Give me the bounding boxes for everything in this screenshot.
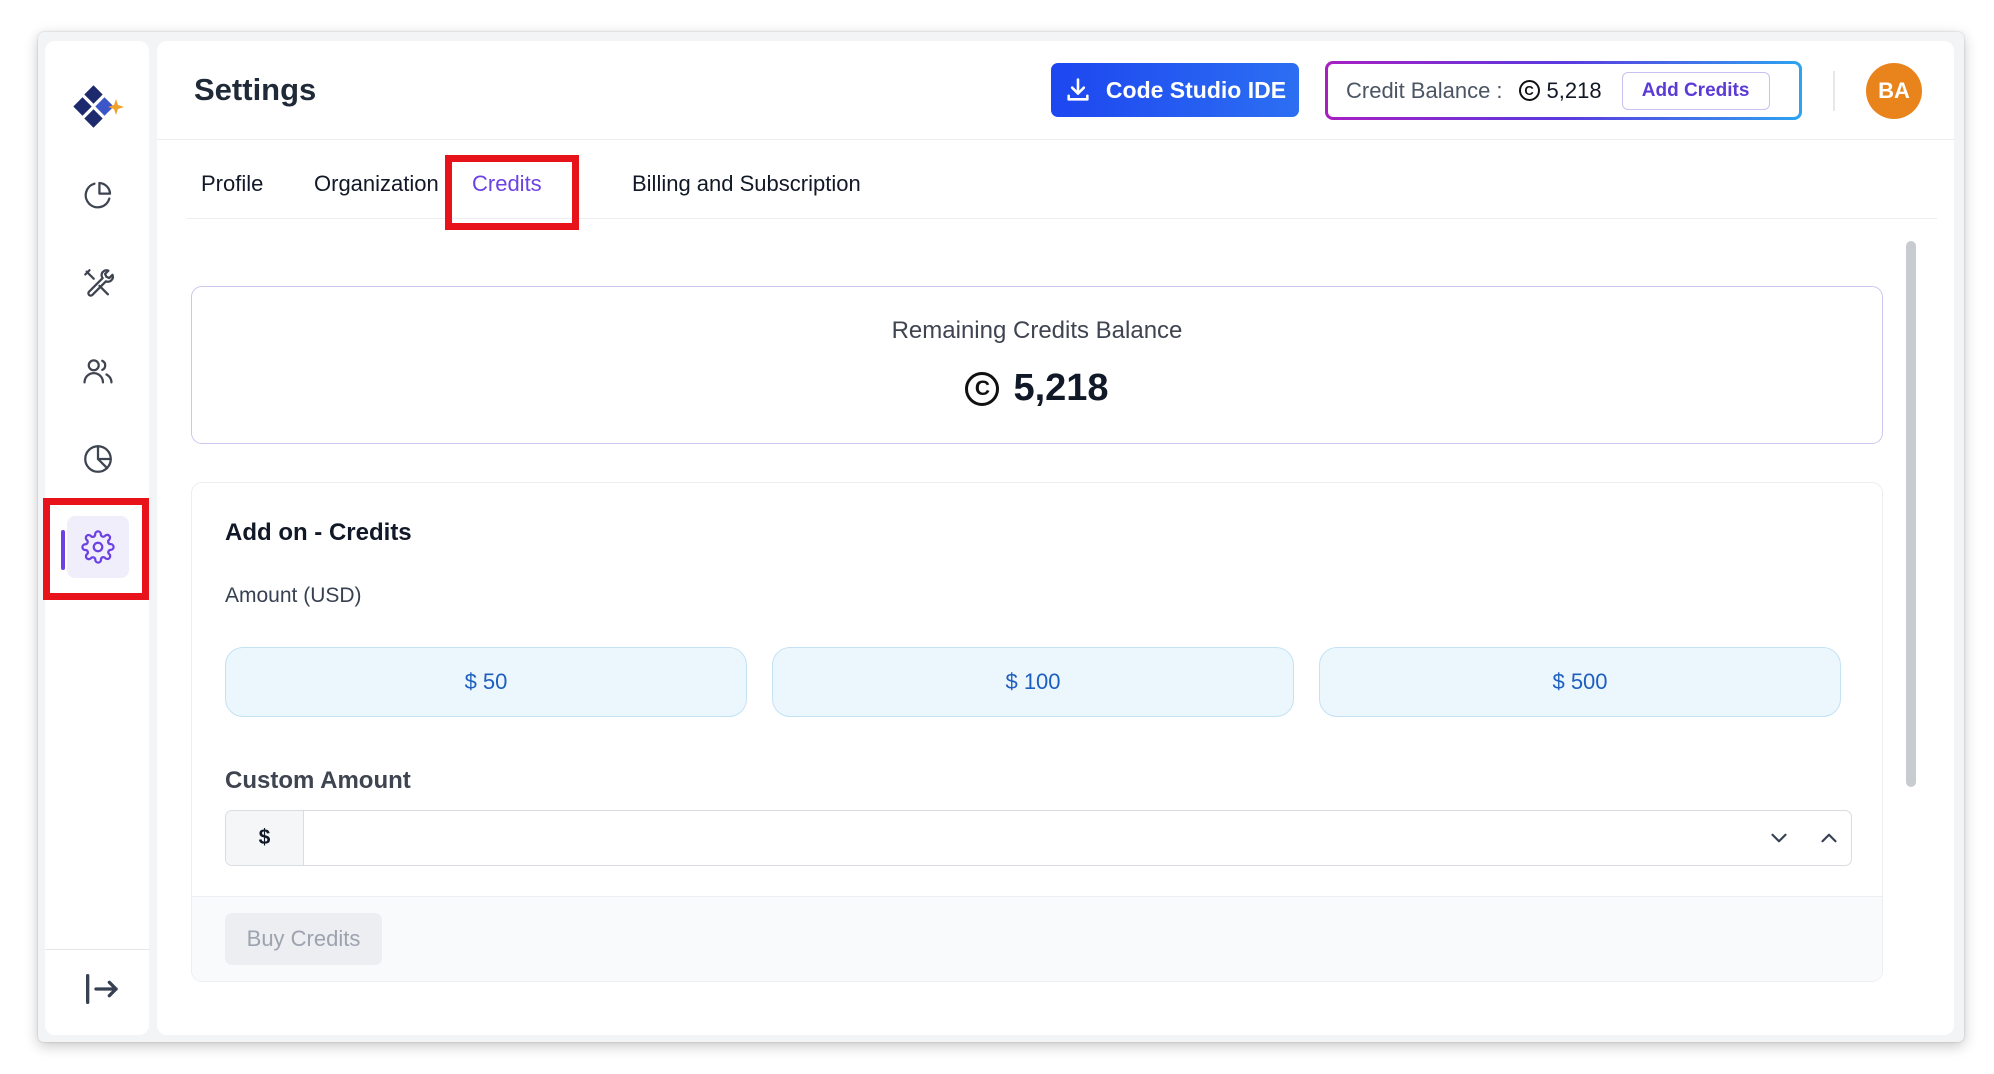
logo-icon[interactable] xyxy=(73,85,125,131)
remaining-balance-card: Remaining Credits Balance C 5,218 xyxy=(191,286,1883,444)
download-icon xyxy=(1067,78,1089,101)
buy-credits-button[interactable]: Buy Credits xyxy=(225,913,382,965)
addon-footer: Buy Credits xyxy=(192,896,1882,981)
sidebar-item-tools[interactable] xyxy=(67,252,129,314)
amount-500-button[interactable]: $ 500 xyxy=(1319,647,1841,717)
currency-prefix: $ xyxy=(226,811,304,865)
sidebar-item-analytics[interactable] xyxy=(67,428,129,490)
credit-balance-box: Credit Balance : C 5,218 Add Credits xyxy=(1325,61,1802,120)
header: Settings Code Studio IDE Credit Balance … xyxy=(157,41,1954,140)
sidebar-item-users[interactable] xyxy=(67,340,129,402)
active-indicator xyxy=(61,530,65,570)
chevron-up-icon[interactable] xyxy=(1816,825,1842,851)
page-title: Settings xyxy=(194,72,317,107)
addon-credits-card: Add on - Credits Amount (USD) $ 50 $ 100… xyxy=(191,482,1883,982)
gear-icon xyxy=(81,530,115,564)
code-studio-ide-button[interactable]: Code Studio IDE xyxy=(1051,63,1299,117)
custom-amount-label: Custom Amount xyxy=(225,767,411,794)
analytics-pie-icon xyxy=(84,445,112,473)
scrollbar[interactable] xyxy=(1906,241,1916,787)
credit-balance-label: Credit Balance : xyxy=(1346,77,1503,103)
logout-icon[interactable] xyxy=(81,969,121,1009)
credit-coin-icon: C xyxy=(1518,80,1540,101)
remaining-balance-label: Remaining Credits Balance xyxy=(891,317,1183,344)
dashboard-pie-icon xyxy=(84,181,112,209)
remaining-balance-value: 5,218 xyxy=(1013,367,1109,409)
app-window: Settings Code Studio IDE Credit Balance … xyxy=(38,32,1964,1042)
amount-label: Amount (USD) xyxy=(225,584,362,607)
tools-icon xyxy=(84,269,114,297)
tab-profile[interactable]: Profile xyxy=(201,171,263,197)
code-studio-ide-label: Code Studio IDE xyxy=(1105,76,1287,103)
remaining-balance-value-row: C 5,218 xyxy=(192,367,1882,410)
header-divider xyxy=(1833,71,1835,111)
custom-amount-input[interactable]: $ xyxy=(225,810,1852,866)
tab-billing-subscription[interactable]: Billing and Subscription xyxy=(632,171,861,197)
sidebar-item-settings[interactable] xyxy=(67,516,129,578)
main-panel: Settings Code Studio IDE Credit Balance … xyxy=(157,41,1954,1035)
amount-100-button[interactable]: $ 100 xyxy=(772,647,1294,717)
sidebar-item-dashboard[interactable] xyxy=(67,164,129,226)
sidebar xyxy=(43,41,149,1035)
credit-balance-value: 5,218 xyxy=(1546,77,1602,103)
tab-organization[interactable]: Organization xyxy=(314,171,439,197)
add-credits-button[interactable]: Add Credits xyxy=(1621,71,1770,110)
avatar[interactable]: BA xyxy=(1866,63,1922,119)
tab-credits[interactable]: Credits xyxy=(472,171,542,197)
credit-coin-icon-large: C xyxy=(965,371,1000,406)
sidebar-divider xyxy=(45,949,149,950)
amount-50-button[interactable]: $ 50 xyxy=(225,647,747,717)
settings-tabs: Profile Organization Credits Billing and… xyxy=(187,155,1937,230)
users-icon xyxy=(83,359,113,384)
addon-title: Add on - Credits xyxy=(225,519,412,546)
chevron-down-icon[interactable] xyxy=(1766,825,1792,851)
